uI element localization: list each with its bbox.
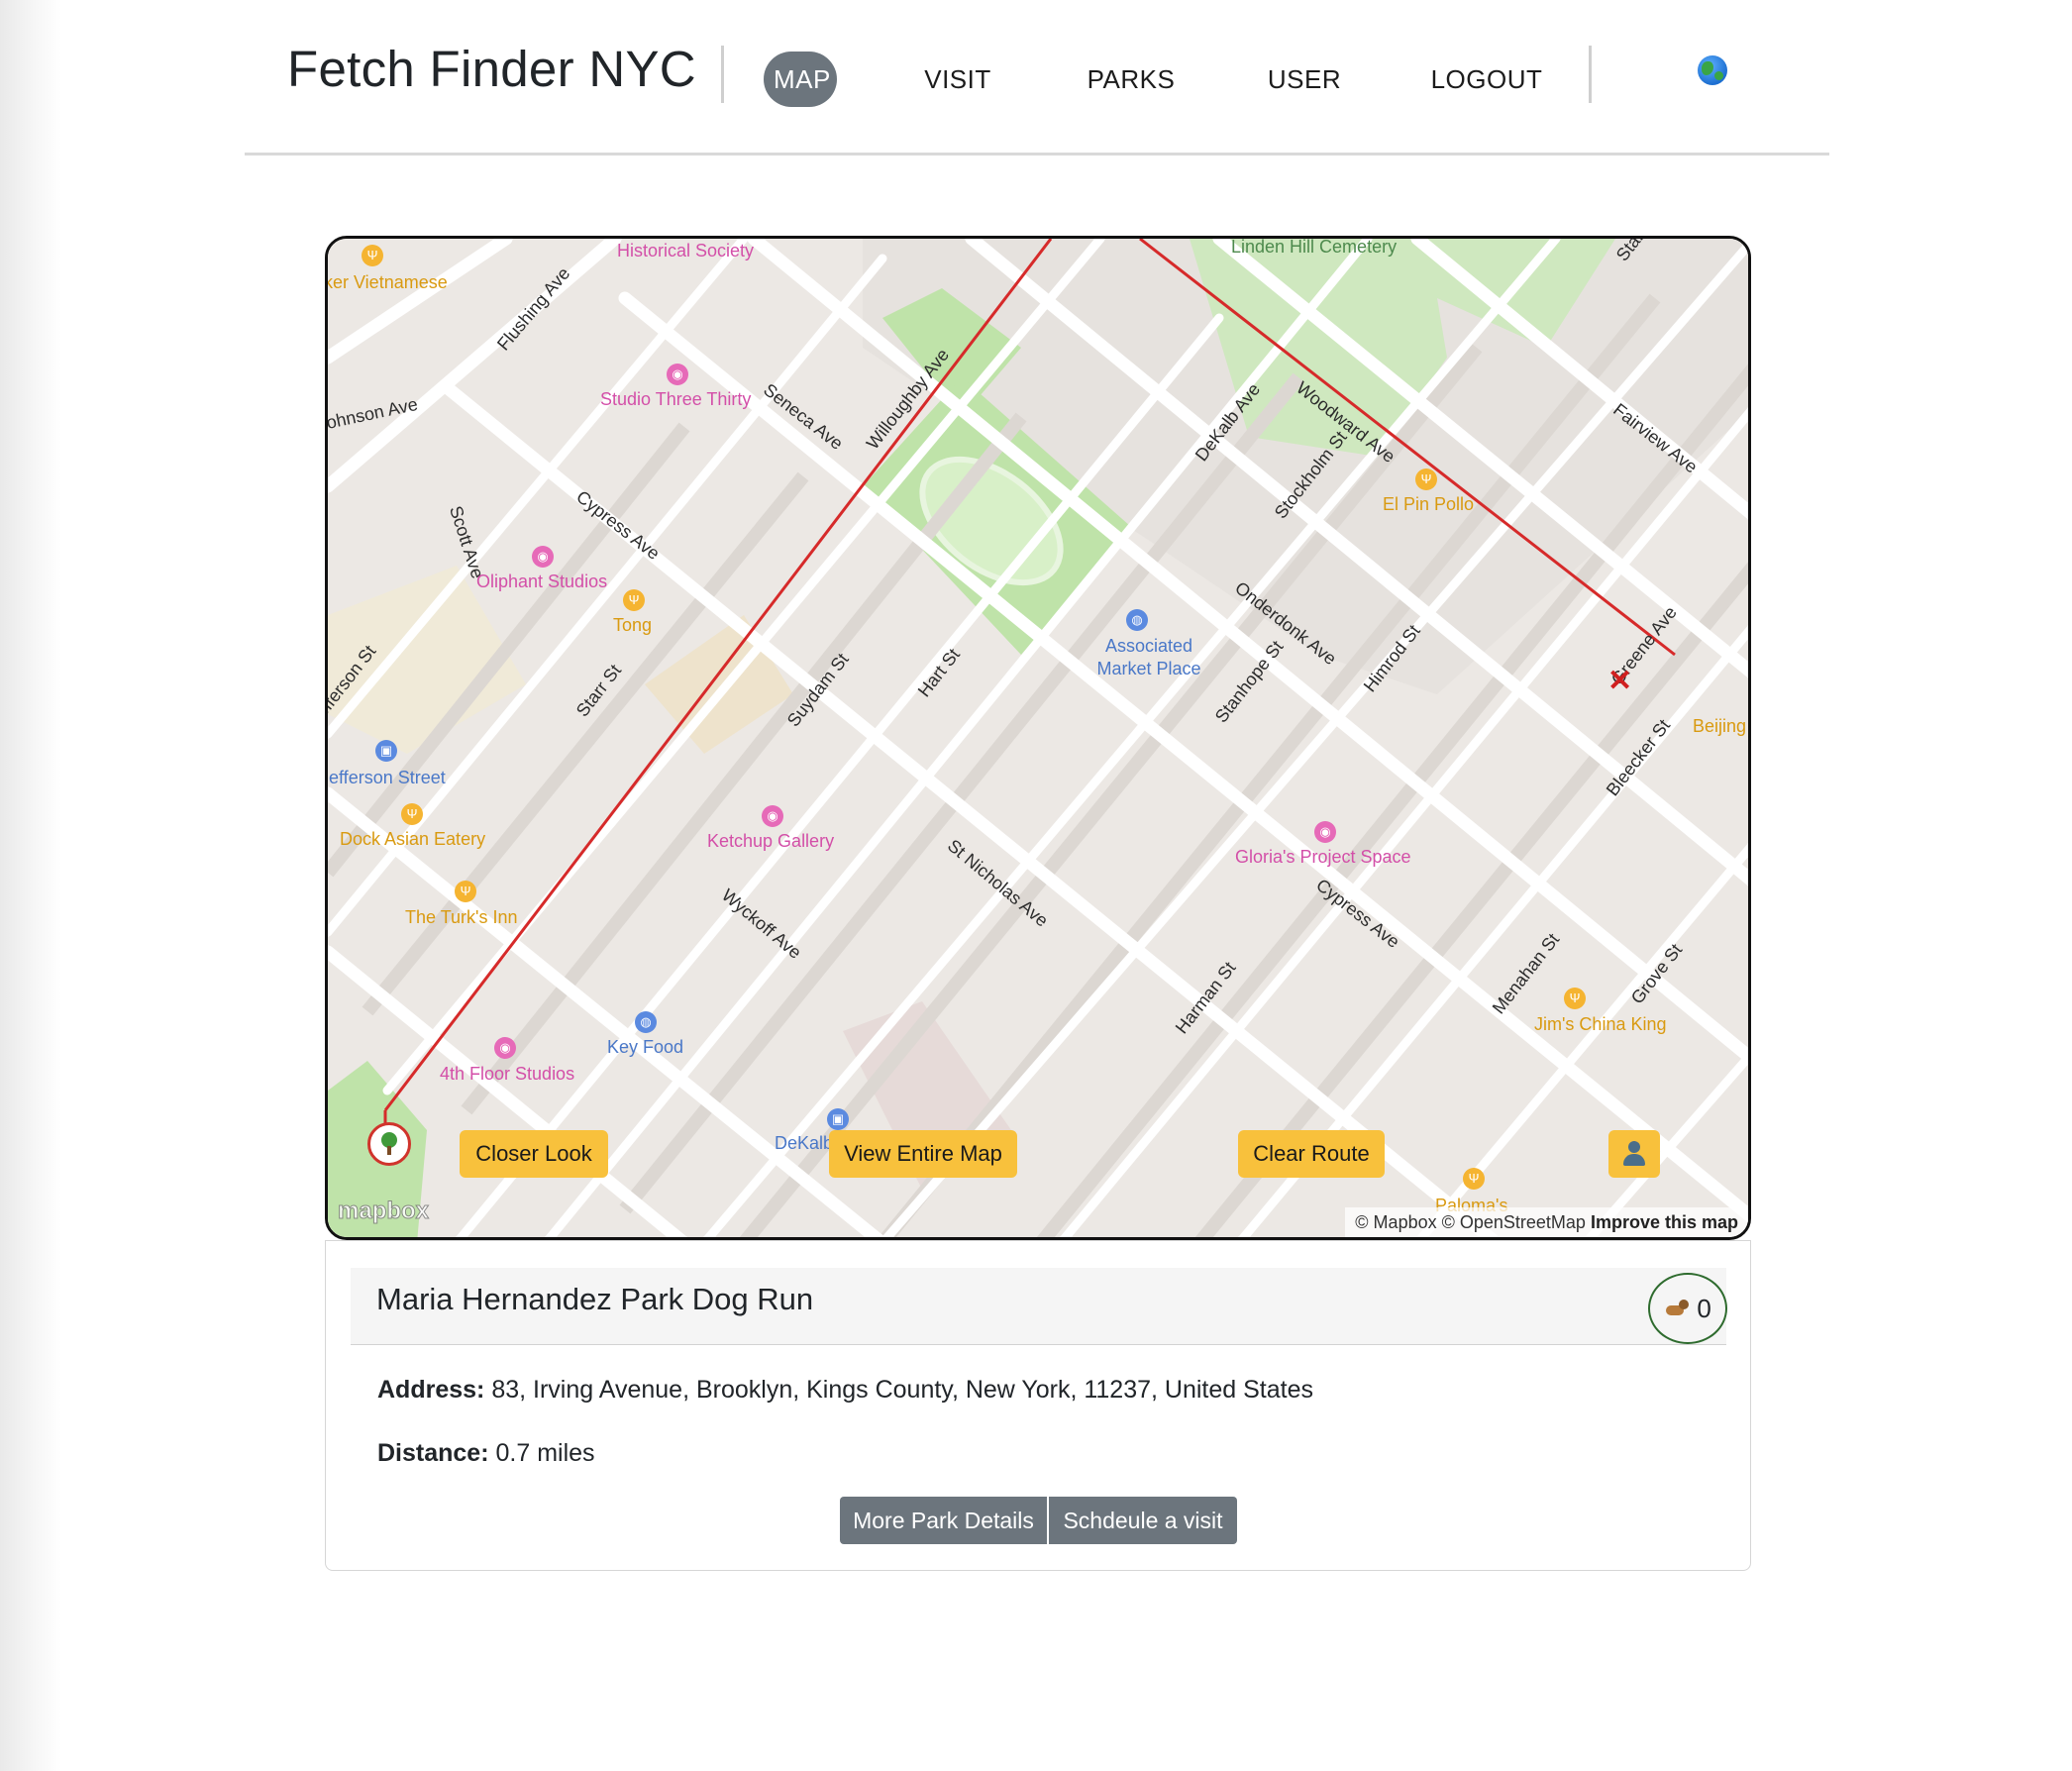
poi-label[interactable]: Beijing: [1693, 716, 1746, 737]
poi-transit-icon[interactable]: ▣: [827, 1108, 849, 1130]
poi-restaurant-icon[interactable]: Ψ: [623, 589, 645, 611]
tree-trunk: [387, 1146, 391, 1155]
poi-art-icon[interactable]: ◉: [1314, 821, 1336, 843]
mapbox-logo[interactable]: mapbox: [337, 1198, 429, 1225]
clear-route-button[interactable]: Clear Route: [1238, 1130, 1385, 1178]
park-card-header: Maria Hernandez Park Dog Run 0: [351, 1268, 1727, 1345]
poi-restaurant-icon[interactable]: Ψ: [455, 881, 476, 902]
poi-label[interactable]: Linden Hill Cemetery: [1231, 239, 1397, 258]
poi-label[interactable]: Dock Asian Eatery: [340, 829, 485, 850]
page-gutter: [0, 0, 61, 1771]
distance-label: Distance:: [377, 1439, 489, 1467]
poi-label[interactable]: Historical Society: [617, 241, 754, 261]
distance-value: 0.7 miles: [495, 1439, 595, 1467]
poi-art-icon[interactable]: ◉: [762, 805, 783, 827]
globe-icon[interactable]: [1698, 55, 1727, 85]
attribution-text[interactable]: © Mapbox © OpenStreetMap: [1355, 1212, 1586, 1232]
nav-visit[interactable]: VISIT: [918, 52, 997, 107]
dog-count: 0: [1697, 1294, 1711, 1323]
poi-label[interactable]: Associated Market Place: [1094, 635, 1203, 680]
poi-art-icon[interactable]: ◉: [494, 1037, 516, 1059]
nav-parks[interactable]: PARKS: [1087, 52, 1176, 107]
poi-label[interactable]: Gloria's Project Space: [1235, 847, 1411, 868]
park-marker-icon[interactable]: [367, 1122, 411, 1166]
poi-label[interactable]: DeKalb: [775, 1133, 833, 1154]
user-icon: [1628, 1141, 1640, 1153]
nav-logout[interactable]: LOGOUT: [1429, 52, 1544, 107]
poi-grocery-icon[interactable]: ◍: [635, 1011, 657, 1033]
poi-transit-icon[interactable]: ▣: [375, 740, 397, 762]
address-label: Address:: [377, 1376, 485, 1404]
poi-label[interactable]: Jim's China King: [1534, 1014, 1667, 1035]
view-entire-map-button[interactable]: View Entire Map: [829, 1130, 1017, 1178]
user-icon-body: [1623, 1154, 1645, 1166]
poi-label[interactable]: The Turk's Inn: [405, 907, 517, 928]
closer-look-button[interactable]: Closer Look: [460, 1130, 608, 1178]
poi-label[interactable]: Studio Three Thirty: [600, 389, 751, 410]
park-distance: Distance: 0.7 miles: [377, 1439, 595, 1468]
schedule-visit-button[interactable]: Schdeule a visit: [1049, 1497, 1237, 1544]
park-info-card: Maria Hernandez Park Dog Run 0 Address: …: [325, 1240, 1751, 1571]
improve-map-link[interactable]: Improve this map: [1591, 1212, 1738, 1232]
user-location-button[interactable]: [1608, 1130, 1660, 1178]
map-attribution: © Mapbox © OpenStreetMap Improve this ma…: [1345, 1207, 1748, 1237]
poi-art-icon[interactable]: ◉: [667, 364, 688, 385]
poi-label[interactable]: Key Food: [607, 1037, 683, 1058]
dog-count-badge: 0: [1648, 1273, 1727, 1344]
map-base: [328, 239, 1748, 1237]
nav-divider: [721, 46, 724, 103]
poi-label[interactable]: ker Vietnamese: [328, 272, 448, 293]
poi-label[interactable]: El Pin Pollo: [1383, 494, 1474, 515]
navbar: Fetch Finder NYC MAP VISIT PARKS USER LO…: [245, 0, 1829, 156]
dog-icon: [1664, 1300, 1690, 1319]
poi-restaurant-icon[interactable]: Ψ: [1564, 988, 1586, 1009]
poi-label[interactable]: Tong: [613, 615, 652, 636]
poi-grocery-icon[interactable]: ◍: [1126, 609, 1148, 631]
poi-label[interactable]: Oliphant Studios: [476, 572, 607, 592]
poi-restaurant-icon[interactable]: Ψ: [362, 245, 383, 266]
map-container[interactable]: Flushing Ave Johnson Ave Scott Ave Cypre…: [325, 236, 1751, 1240]
nav-map[interactable]: MAP: [764, 52, 837, 107]
poi-restaurant-icon[interactable]: Ψ: [401, 803, 423, 825]
more-park-details-button[interactable]: More Park Details: [840, 1497, 1047, 1544]
address-value: 83, Irving Avenue, Brooklyn, Kings Count…: [491, 1376, 1313, 1404]
nav-user[interactable]: USER: [1265, 52, 1344, 107]
poi-label[interactable]: Ketchup Gallery: [707, 831, 834, 852]
brand-title[interactable]: Fetch Finder NYC: [287, 40, 696, 98]
park-name: Maria Hernandez Park Dog Run: [376, 1282, 814, 1316]
poi-label[interactable]: 4th Floor Studios: [440, 1064, 574, 1085]
poi-restaurant-icon[interactable]: Ψ: [1463, 1168, 1485, 1190]
poi-restaurant-icon[interactable]: Ψ: [1415, 469, 1437, 490]
park-address: Address: 83, Irving Avenue, Brooklyn, Ki…: [377, 1376, 1313, 1405]
nav-divider: [1589, 46, 1592, 103]
poi-label[interactable]: Jefferson Street: [328, 768, 446, 788]
destination-marker-icon[interactable]: ✕: [1607, 667, 1632, 696]
poi-art-icon[interactable]: ◉: [532, 546, 554, 568]
